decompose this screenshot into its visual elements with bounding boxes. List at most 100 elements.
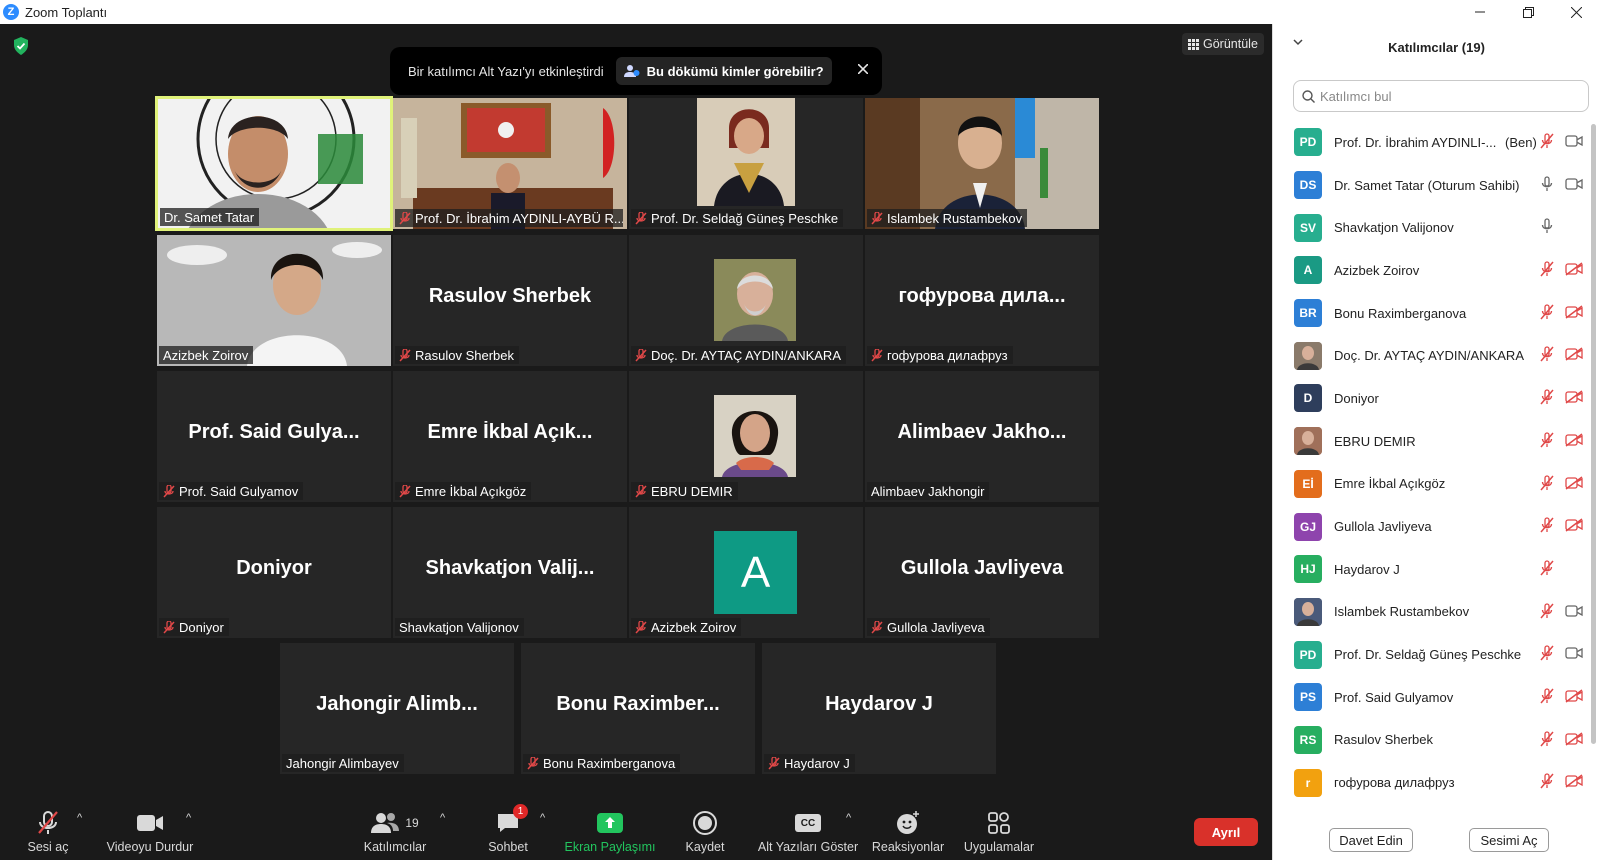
participant-status-icons (1539, 688, 1583, 704)
video-tile[interactable]: Alimbaev Jakho... Alimbaev Jakhongir (865, 371, 1099, 502)
participant-name-label: Prof. Dr. İbrahim AYDINLI-AYBÜ R... (395, 209, 623, 227)
participant-row[interactable]: PD Prof. Dr. İbrahim AYDINLI-... (Ben) (1273, 121, 1600, 164)
stop-video-button[interactable]: Videoyu Durdur (100, 804, 200, 860)
minimize-button[interactable] (1456, 0, 1504, 24)
restore-button[interactable] (1504, 0, 1552, 24)
avatar: SV (1294, 213, 1322, 242)
mic-muted-icon (163, 620, 175, 634)
participant-row[interactable]: Islambek Rustambekov (1273, 591, 1600, 634)
unmute-me-button[interactable]: Sesimi Aç (1469, 828, 1549, 852)
video-tile[interactable]: Emre İkbal Açık... Emre İkbal Açıkgöz (393, 371, 627, 502)
video-tile[interactable]: Azizbek Zoirov (157, 235, 391, 366)
audio-options-caret-icon[interactable]: ^ (77, 812, 82, 824)
title-bar: Z Zoom Toplantı (0, 0, 1600, 24)
reactions-button[interactable]: Reaksiyonlar (870, 804, 946, 860)
mic-icon (1541, 176, 1553, 191)
participant-name: Haydarov J (1334, 561, 1400, 577)
participant-list: PD Prof. Dr. İbrahim AYDINLI-... (Ben) DS Dr… (1273, 121, 1600, 804)
video-tile[interactable]: Doniyor Doniyor (157, 507, 391, 638)
closed-captions-icon: CC (795, 814, 821, 832)
avatar: Eİ (1294, 469, 1322, 498)
participant-name: Doniyor (1334, 390, 1379, 406)
caption-notification-text: Bir katılımcı Alt Yazı'yı etkinleştirdi (408, 63, 604, 79)
participant-name: Prof. Said Gulyamov (1334, 689, 1454, 705)
chat-label: Sohbet (488, 840, 528, 854)
video-tile[interactable]: гофурова дила... гофурова дилафруз (865, 235, 1099, 366)
participant-row[interactable]: Eİ Emre İkbal Açıkgöz (1273, 463, 1600, 506)
window-title: Zoom Toplantı (25, 4, 108, 20)
participant-name: Prof. Dr. Seldağ Güneş Peschke (1334, 647, 1522, 663)
unmute-button[interactable]: Sesi aç (24, 804, 72, 860)
video-tile[interactable]: Gullola Javliyeva Gullola Javliyeva (865, 507, 1099, 638)
leave-meeting-button[interactable]: Ayrıl (1194, 818, 1258, 846)
participant-name-label: Jahongir Alimbayev (282, 754, 404, 772)
mic-muted-icon (871, 620, 883, 634)
video-off-icon (1565, 475, 1583, 490)
mic-muted-icon (1540, 645, 1554, 661)
participant-display-name: гофурова дила... (898, 285, 1066, 307)
video-tile[interactable]: Prof. Dr. Seldağ Güneş Peschke (629, 98, 863, 229)
mic-muted-icon (1540, 474, 1554, 490)
video-tile[interactable]: Jahongir Alimb... Jahongir Alimbayev (280, 643, 514, 774)
video-tile[interactable]: Haydarov J Haydarov J (762, 643, 996, 774)
invite-button[interactable]: Davet Edin (1329, 828, 1413, 852)
participant-row[interactable]: PS Prof. Said Gulyamov (1273, 676, 1600, 719)
video-tile[interactable]: EBRU DEMIR (629, 371, 863, 502)
participant-row[interactable]: GJ Gullola Javliyeva (1273, 505, 1600, 548)
search-input[interactable] (1320, 88, 1570, 104)
avatar-photo (1294, 427, 1322, 456)
mic-muted-icon (1540, 346, 1554, 362)
video-tile[interactable]: Prof. Said Gulya... Prof. Said Gulyamov (157, 371, 391, 502)
chat-button[interactable]: 1 Sohbet (478, 804, 538, 860)
share-screen-button[interactable]: Ekran Paylaşımı (560, 804, 660, 860)
participant-display-name: Alimbaev Jakho... (897, 421, 1067, 443)
video-tile[interactable]: Doç. Dr. AYTAÇ AYDIN/ANKARA (629, 235, 863, 366)
participant-row[interactable]: PD Prof. Dr. Seldağ Güneş Peschke (1273, 633, 1600, 676)
captions-options-caret-icon[interactable]: ^ (846, 812, 851, 824)
scrollbar[interactable] (1591, 124, 1596, 744)
video-tile[interactable]: Bonu Raximber... Bonu Raximberganova (521, 643, 755, 774)
participant-row[interactable]: EBRU DEMIR (1273, 420, 1600, 463)
participants-options-caret-icon[interactable]: ^ (440, 812, 445, 824)
security-shield-icon[interactable] (13, 37, 29, 55)
video-tile[interactable]: Islambek Rustambekov (865, 98, 1099, 229)
participant-status-icons (1539, 773, 1583, 789)
participant-display-name: Haydarov J (825, 693, 933, 715)
participant-row[interactable]: D Doniyor (1273, 377, 1600, 420)
participant-row[interactable]: DS Dr. Samet Tatar (Oturum Sahibi) (1273, 164, 1600, 207)
video-tile[interactable]: Shavkatjon Valij... Shavkatjon Valijonov (393, 507, 627, 638)
participants-button[interactable]: 19 Katılımcılar (355, 804, 435, 860)
participant-row[interactable]: HJ Haydarov J (1273, 548, 1600, 591)
close-banner-button[interactable] (857, 61, 869, 79)
participant-row[interactable]: RS Rasulov Sherbek (1273, 719, 1600, 762)
apps-icon (988, 812, 1010, 834)
apps-button[interactable]: Uygulamalar (960, 804, 1038, 860)
record-button[interactable]: Kaydet (675, 804, 735, 860)
participant-row[interactable]: SV Shavkatjon Valijonov (1273, 206, 1600, 249)
mic-muted-icon (399, 348, 411, 362)
panel-title: Katılımcılar (19) (1388, 39, 1485, 55)
participant-photo (714, 259, 796, 341)
video-camera-icon (1565, 604, 1583, 617)
avatar: PS (1294, 683, 1322, 712)
video-tile[interactable]: Rasulov Sherbek Rasulov Sherbek (393, 235, 627, 366)
participant-name-label: EBRU DEMIR (631, 482, 738, 500)
mic-muted-icon (635, 620, 647, 634)
share-screen-icon (597, 813, 623, 833)
chevron-down-icon[interactable] (1293, 39, 1303, 46)
view-button[interactable]: Görüntüle (1182, 33, 1264, 55)
chat-options-caret-icon[interactable]: ^ (540, 812, 545, 824)
caption-notification-banner: Bir katılımcı Alt Yazı'yı etkinleştirdi … (390, 47, 882, 95)
video-tile[interactable]: Dr. Samet Tatar (155, 96, 393, 231)
participant-row[interactable]: Doç. Dr. AYTAÇ AYDIN/ANKARA (1273, 334, 1600, 377)
video-tile[interactable]: Prof. Dr. İbrahim AYDINLI-AYBÜ R... (393, 98, 627, 229)
close-window-button[interactable] (1552, 0, 1600, 24)
participant-row[interactable]: r гофурова дилафруз (1273, 761, 1600, 804)
video-tile[interactable]: A Azizbek Zoirov (629, 507, 863, 638)
video-options-caret-icon[interactable]: ^ (186, 812, 191, 824)
participant-row[interactable]: A Azizbek Zoirov (1273, 249, 1600, 292)
view-button-label: Görüntüle (1203, 37, 1258, 51)
participant-row[interactable]: BR Bonu Raximberganova (1273, 292, 1600, 335)
video-off-icon (1565, 689, 1583, 703)
who-can-see-transcript-button[interactable]: Bu dökümü kimler görebilir? (615, 57, 832, 85)
